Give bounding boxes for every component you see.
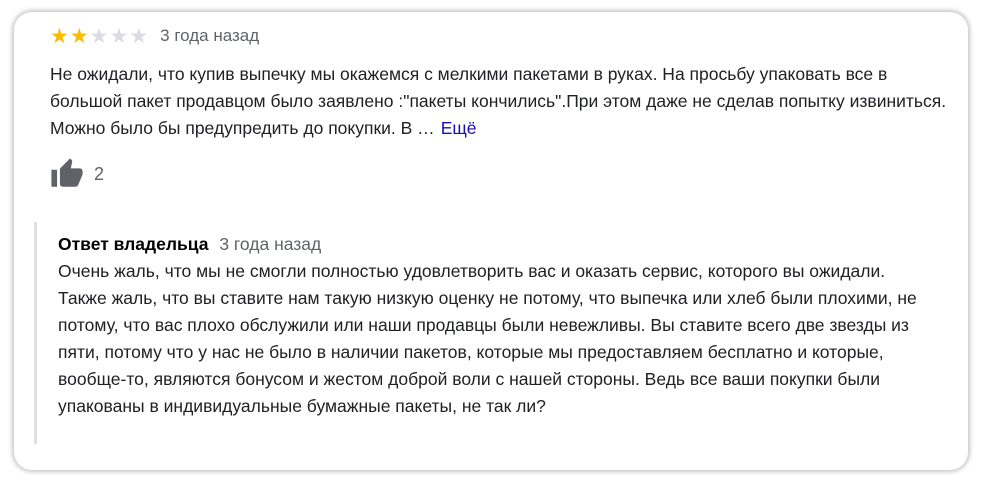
review-date: 3 года назад — [160, 26, 260, 45]
star-rating: ★ ★ ★ ★ ★ — [50, 23, 149, 48]
thumbs-up-icon[interactable] — [50, 157, 84, 191]
star-icon: ★ — [109, 23, 129, 48]
owner-reply: Ответ владельца 3 года назад Очень жаль,… — [34, 222, 937, 444]
review-header: ★ ★ ★ ★ ★ 3 года назад — [50, 24, 259, 48]
star-icon: ★ — [89, 23, 109, 48]
owner-reply-date: 3 года назад — [219, 234, 322, 254]
star-icon: ★ — [129, 23, 149, 48]
review-body: Не ожидали, что купив выпечку мы окажемс… — [50, 61, 950, 142]
more-link[interactable]: Ещё — [441, 118, 477, 138]
owner-reply-text: Очень жаль, что мы не смогли полностью у… — [58, 261, 917, 416]
review-card: ★ ★ ★ ★ ★ 3 года назад Не ожидали, что к… — [14, 12, 968, 470]
like-row: 2 — [50, 157, 104, 191]
review-text: Не ожидали, что купив выпечку мы окажемс… — [50, 64, 947, 138]
owner-reply-header: Ответ владельца 3 года назад — [58, 232, 321, 256]
star-icon: ★ — [69, 23, 89, 48]
star-icon: ★ — [50, 23, 69, 48]
owner-reply-title: Ответ владельца — [58, 234, 209, 254]
like-count: 2 — [94, 163, 105, 184]
